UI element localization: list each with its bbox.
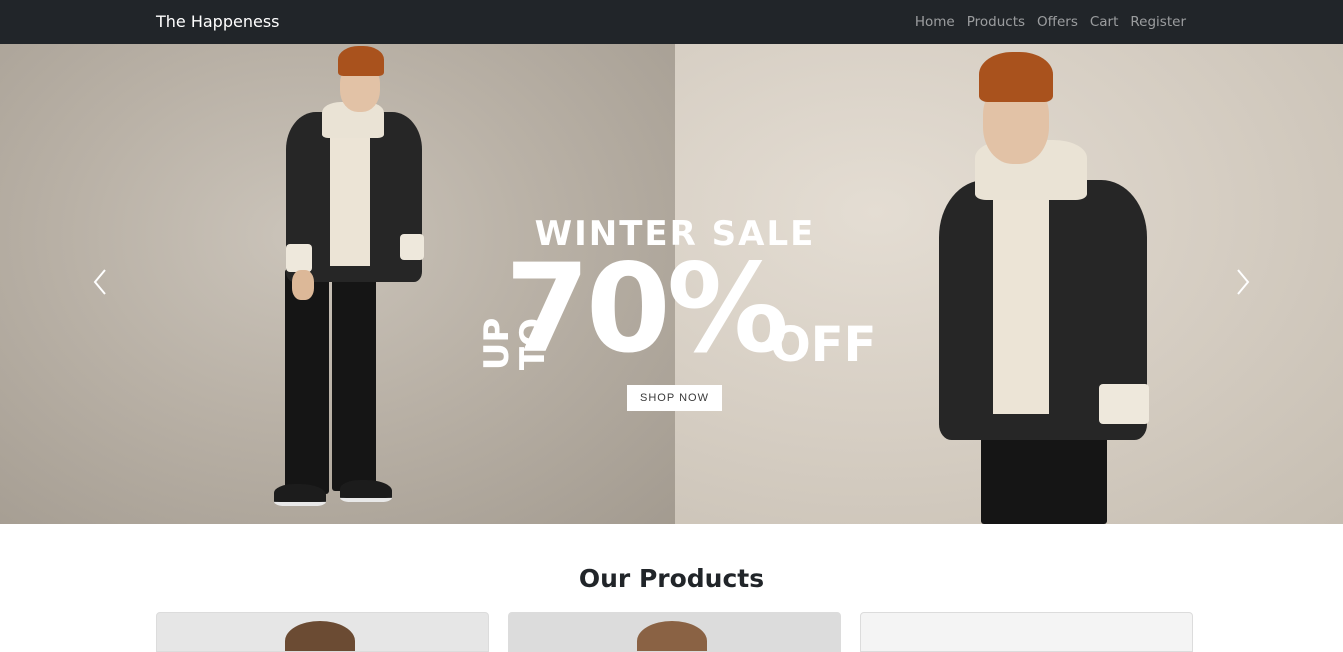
product-card-list bbox=[156, 612, 1193, 652]
nav-link-products[interactable]: Products bbox=[967, 13, 1025, 31]
products-section-title: Our Products bbox=[578, 564, 765, 593]
hero-carousel: WINTER SALE UP TO 70% OFF SHOP NOW bbox=[0, 44, 1343, 524]
product-card[interactable] bbox=[860, 612, 1193, 652]
brand-link[interactable]: The Happeness bbox=[156, 12, 280, 32]
model-right-image bbox=[935, 44, 1165, 524]
chevron-left-icon bbox=[90, 266, 110, 302]
chevron-right-icon bbox=[1233, 266, 1253, 302]
carousel-prev-button[interactable] bbox=[0, 44, 200, 524]
nav-links: Home Products Offers Cart Register bbox=[915, 13, 1186, 31]
nav-link-cart[interactable]: Cart bbox=[1090, 13, 1119, 31]
sale-percent: 70% bbox=[505, 238, 789, 380]
nav-link-home[interactable]: Home bbox=[915, 13, 955, 31]
carousel-next-button[interactable] bbox=[1143, 44, 1343, 524]
nav-link-register[interactable]: Register bbox=[1130, 13, 1186, 31]
shop-now-button[interactable]: SHOP NOW bbox=[627, 385, 722, 411]
navbar: The Happeness Home Products Offers Cart … bbox=[0, 0, 1343, 44]
nav-link-offers[interactable]: Offers bbox=[1037, 13, 1078, 31]
sale-off-label: OFF bbox=[770, 317, 877, 373]
product-card[interactable] bbox=[156, 612, 489, 652]
model-left-image bbox=[270, 44, 430, 524]
product-card[interactable] bbox=[508, 612, 841, 652]
